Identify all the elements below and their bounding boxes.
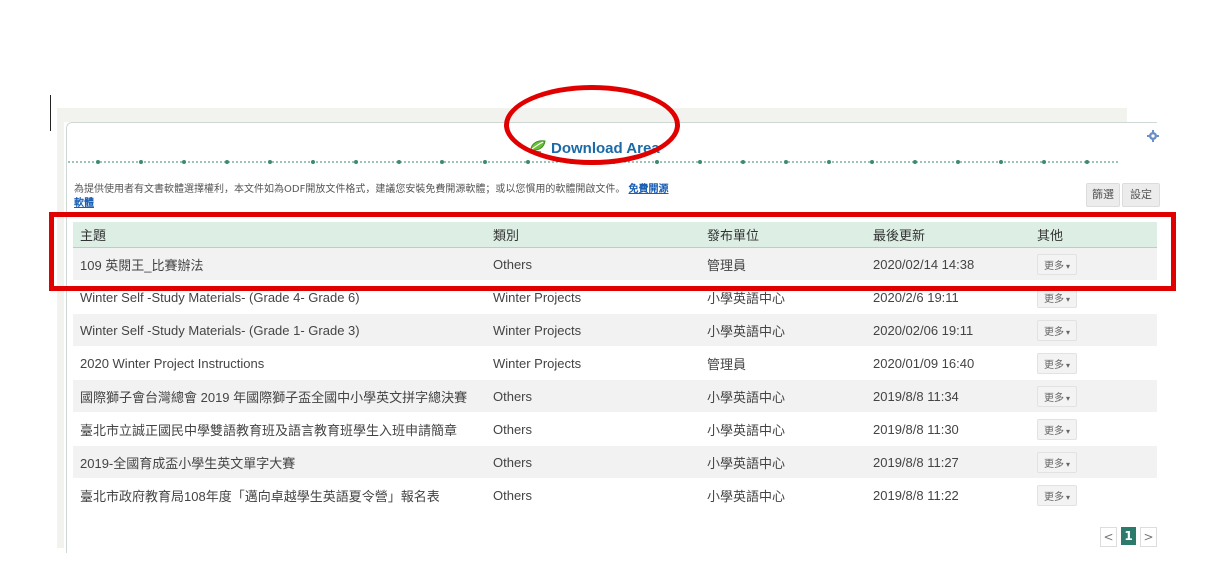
filter-button[interactable]: 篩選	[1086, 183, 1120, 207]
table-row: 國際獅子會台灣總會 2019 年國際獅子盃全國中小學英文拼字總決賽 Others 小…	[73, 379, 1157, 413]
divider-dot	[526, 160, 530, 164]
caret-down-icon: ▾	[1066, 360, 1071, 370]
pagination: < 1 >	[1100, 527, 1157, 547]
category-cell: Winter Projects	[486, 313, 700, 347]
more-label: 更多	[1044, 326, 1064, 338]
more-cell: 更多 ▾	[1030, 478, 1157, 512]
more-dropdown-button[interactable]: 更多 ▾	[1037, 451, 1078, 473]
divider-dot	[784, 160, 788, 164]
divider-dot	[440, 160, 444, 164]
more-dropdown-button[interactable]: 更多 ▾	[1037, 352, 1078, 374]
divider-dot	[870, 160, 874, 164]
more-label: 更多	[1044, 425, 1064, 437]
divider-dot	[139, 160, 143, 164]
divider-dot	[741, 160, 745, 164]
publisher-cell: 小學英語中心	[700, 478, 866, 512]
publisher-cell: 小學英語中心	[700, 379, 866, 413]
subject-link[interactable]: 臺北市立誠正國民中學雙語教育班及語言教育班學生入班申請簡章	[73, 412, 486, 446]
divider-dot	[655, 160, 659, 164]
odf-notice: 為提供使用者有文書軟體選擇權利，本文件如為ODF開放文件格式，建議您安裝免費開源…	[74, 183, 674, 211]
publisher-cell: 小學英語中心	[700, 445, 866, 479]
table-row: 臺北市立誠正國民中學雙語教育班及語言教育班學生入班申請簡章 Others 小學英語中…	[73, 412, 1157, 446]
more-label: 更多	[1044, 293, 1064, 305]
publisher-cell: 管理員	[700, 346, 866, 380]
divider-dot	[698, 160, 702, 164]
category-cell: Others	[486, 379, 700, 413]
table-row: 臺北市政府教育局108年度「邁向卓越學生英語夏令營」報名表 Others 小學英語中…	[73, 478, 1157, 512]
publisher-cell: 小學英語中心	[700, 313, 866, 347]
divider-dot	[1085, 160, 1089, 164]
window-edge-line	[50, 95, 51, 131]
table-row: 2019-全國育成盃小學生英文單字大賽 Others 小學英語中心 2019/8/8 …	[73, 445, 1157, 479]
updated-cell: 2020/01/09 16:40	[866, 346, 1030, 380]
more-dropdown-button[interactable]: 更多 ▾	[1037, 385, 1078, 407]
frame-left-bar	[57, 108, 64, 548]
category-cell: Winter Projects	[486, 346, 700, 380]
publisher-cell: 小學英語中心	[700, 412, 866, 446]
updated-cell: 2020/02/06 19:11	[866, 313, 1030, 347]
table-row: Winter Self -Study Materials- (Grade 1- …	[73, 313, 1157, 347]
highlight-rectangle	[49, 212, 1176, 291]
notice-text: 為提供使用者有文書軟體選擇權利，本文件如為ODF開放文件格式，建議您安裝免費開源…	[74, 184, 626, 195]
more-label: 更多	[1044, 359, 1064, 371]
subject-link[interactable]: 2019-全國育成盃小學生英文單字大賽	[73, 445, 486, 479]
divider-dot	[268, 160, 272, 164]
divider-dot	[913, 160, 917, 164]
divider-dot	[999, 160, 1003, 164]
more-cell: 更多 ▾	[1030, 412, 1157, 446]
more-label: 更多	[1044, 458, 1064, 470]
highlight-ellipse	[504, 85, 680, 165]
caret-down-icon: ▾	[1066, 294, 1071, 304]
updated-cell: 2019/8/8 11:27	[866, 445, 1030, 479]
divider-dot	[827, 160, 831, 164]
prev-page-button[interactable]: <	[1100, 527, 1117, 547]
divider-dot	[1042, 160, 1046, 164]
more-cell: 更多 ▾	[1030, 445, 1157, 479]
caret-down-icon: ▾	[1066, 393, 1071, 403]
updated-cell: 2019/8/8 11:22	[866, 478, 1030, 512]
divider-dot	[354, 160, 358, 164]
more-dropdown-button[interactable]: 更多 ▾	[1037, 418, 1078, 440]
category-cell: Others	[486, 478, 700, 512]
divider-dot	[182, 160, 186, 164]
divider-dot	[96, 160, 100, 164]
divider-dot	[225, 160, 229, 164]
settings-button[interactable]: 設定	[1122, 183, 1160, 207]
more-dropdown-button[interactable]: 更多 ▾	[1037, 319, 1078, 341]
more-cell: 更多 ▾	[1030, 313, 1157, 347]
divider-dot	[397, 160, 401, 164]
divider-dot	[956, 160, 960, 164]
more-label: 更多	[1044, 491, 1064, 503]
table-row: 2020 Winter Project Instructions Winter P…	[73, 346, 1157, 380]
caret-down-icon: ▾	[1066, 459, 1071, 469]
updated-cell: 2019/8/8 11:34	[866, 379, 1030, 413]
more-cell: 更多 ▾	[1030, 379, 1157, 413]
gear-icon[interactable]	[1147, 127, 1159, 142]
category-cell: Others	[486, 445, 700, 479]
subject-link[interactable]: 臺北市政府教育局108年度「邁向卓越學生英語夏令營」報名表	[73, 478, 486, 512]
more-dropdown-button[interactable]: 更多 ▾	[1037, 484, 1078, 506]
divider-dot	[483, 160, 487, 164]
caret-down-icon: ▾	[1066, 492, 1071, 502]
category-cell: Others	[486, 412, 700, 446]
caret-down-icon: ▾	[1066, 426, 1071, 436]
divider-dot	[311, 160, 315, 164]
subject-link[interactable]: 國際獅子會台灣總會 2019 年國際獅子盃全國中小學英文拼字總決賽	[73, 379, 486, 413]
caret-down-icon: ▾	[1066, 327, 1071, 337]
more-cell: 更多 ▾	[1030, 346, 1157, 380]
subject-link[interactable]: 2020 Winter Project Instructions	[73, 346, 486, 380]
more-label: 更多	[1044, 392, 1064, 404]
updated-cell: 2019/8/8 11:30	[866, 412, 1030, 446]
current-page[interactable]: 1	[1121, 527, 1136, 545]
next-page-button[interactable]: >	[1140, 527, 1157, 547]
subject-link[interactable]: Winter Self -Study Materials- (Grade 1- …	[73, 313, 486, 347]
